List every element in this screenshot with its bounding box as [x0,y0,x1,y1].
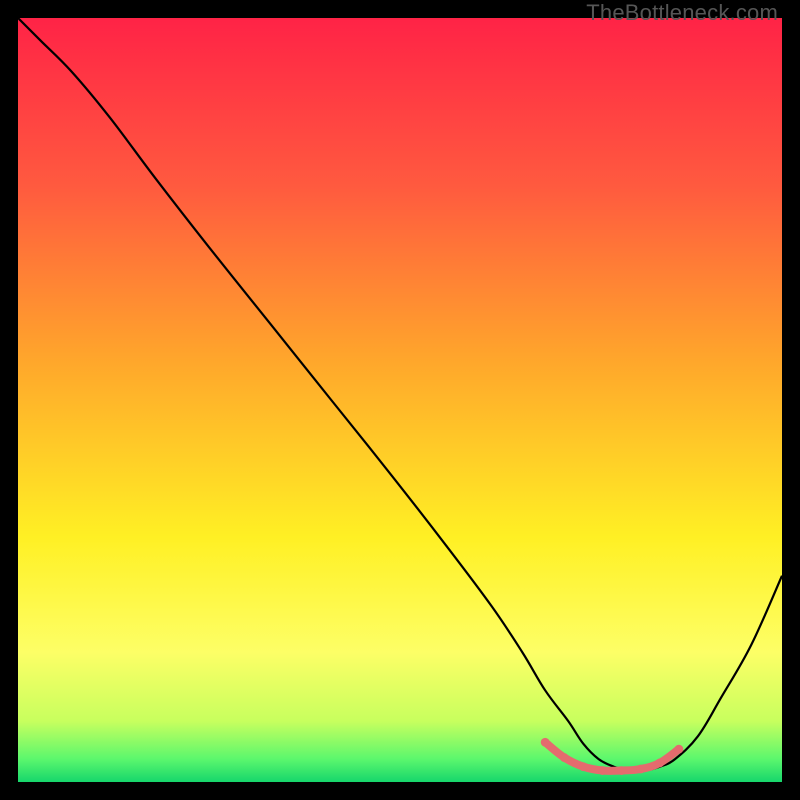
watermark-text: TheBottleneck.com [586,0,778,26]
optimal-band-dot [541,738,550,747]
gradient-background [18,18,782,782]
optimal-band-dot [598,766,607,775]
optimal-band-dot [579,762,588,771]
optimal-band-dot [560,753,569,762]
chart-stage: TheBottleneck.com [0,0,800,800]
optimal-band-dot [617,766,626,775]
optimal-band-dot [636,765,645,774]
plot-svg [18,18,782,782]
plot-area [18,18,782,782]
optimal-band-dot [674,745,683,754]
optimal-band-dot [655,759,664,768]
